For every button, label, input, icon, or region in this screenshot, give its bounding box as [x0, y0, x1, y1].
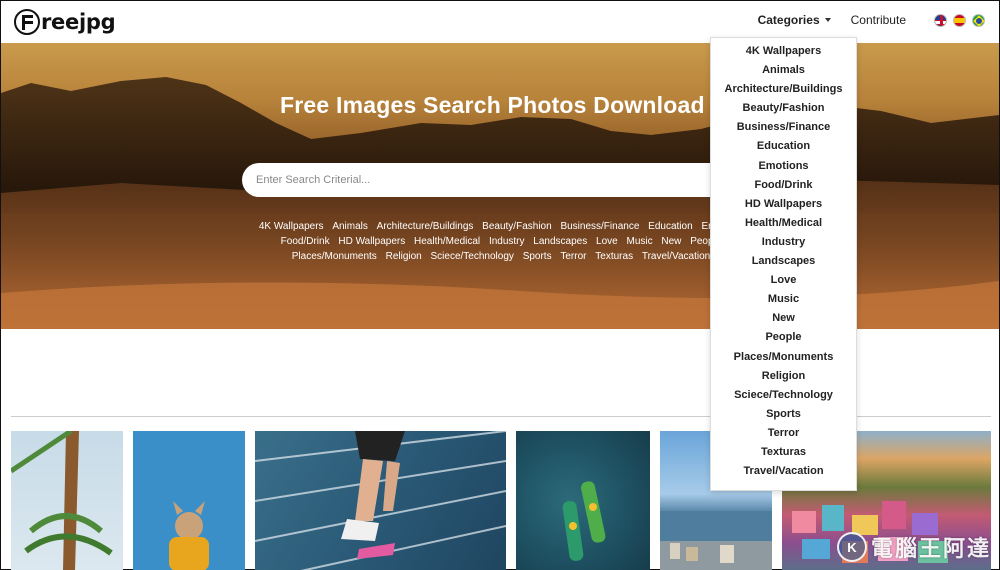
dropdown-item[interactable]: Animals — [711, 61, 856, 80]
dropdown-item[interactable]: New — [711, 309, 856, 328]
dropdown-item[interactable]: Places/Monuments — [711, 348, 856, 367]
dropdown-item[interactable]: Texturas — [711, 443, 856, 462]
dropdown-item[interactable]: Sports — [711, 405, 856, 424]
dog-photo[interactable] — [133, 431, 245, 570]
watermark-text: 電腦王阿達 — [871, 537, 992, 562]
hero-tag-link[interactable]: Texturas — [595, 249, 633, 264]
spain-flag-icon[interactable] — [953, 13, 966, 27]
nav-right: Categories Contribute — [758, 1, 985, 39]
hero-tag-link[interactable]: Religion — [386, 249, 422, 264]
dropdown-item[interactable]: Industry — [711, 233, 856, 252]
dropdown-item[interactable]: Travel/Vacation — [711, 462, 856, 481]
chevron-down-icon — [824, 18, 831, 22]
hero-tag-link[interactable]: Sports — [523, 249, 552, 264]
site-logo[interactable]: reejpg — [14, 7, 116, 37]
dropdown-item[interactable]: Health/Medical — [711, 214, 856, 233]
hero-tag-link[interactable]: Music — [626, 234, 652, 249]
dropdown-item[interactable]: Music — [711, 290, 856, 309]
hero-tag-link[interactable]: Education — [648, 219, 692, 234]
hero-tag-link[interactable]: Architecture/Buildings — [377, 219, 474, 234]
dropdown-item[interactable]: People — [711, 328, 856, 347]
palm-tree-image — [11, 431, 113, 570]
search-input[interactable] — [256, 163, 696, 197]
runner-on-track-image — [255, 431, 506, 570]
hero-tag-link[interactable]: Business/Finance — [560, 219, 639, 234]
hero-tag-link[interactable]: Beauty/Fashion — [482, 219, 552, 234]
categories-label: Categories — [757, 13, 820, 27]
search-box — [242, 163, 762, 197]
hero-tag-link[interactable]: Travel/Vacation — [642, 249, 710, 264]
uk-flag-icon[interactable] — [934, 13, 947, 27]
kayaks-photo[interactable] — [516, 431, 650, 570]
hero-tag-link[interactable]: 4K Wallpapers — [259, 219, 324, 234]
dropdown-item[interactable]: Beauty/Fashion — [711, 99, 856, 118]
dog-in-yellow-shirt-image — [169, 501, 209, 570]
brazil-flag-icon[interactable] — [972, 13, 985, 27]
kayaks-in-water-image — [562, 481, 606, 561]
dropdown-item[interactable]: Love — [711, 271, 856, 290]
hero-tag-links: 4K Wallpapers Animals Architecture/Build… — [241, 219, 761, 264]
dropdown-item[interactable]: Business/Finance — [711, 118, 856, 137]
dropdown-item[interactable]: Education — [711, 137, 856, 156]
hero-tag-link[interactable]: Industry — [489, 234, 525, 249]
dropdown-item[interactable]: Architecture/Buildings — [711, 80, 856, 99]
logo-f-icon — [14, 9, 40, 35]
hero-tag-link[interactable]: Places/Monuments — [292, 249, 377, 264]
dropdown-item[interactable]: 4K Wallpapers — [711, 42, 856, 61]
logo-text: reejpg — [41, 10, 116, 34]
hero-tag-link[interactable]: Terror — [560, 249, 586, 264]
hero-tag-link[interactable]: New — [661, 234, 681, 249]
dropdown-item[interactable]: Food/Drink — [711, 176, 856, 195]
hero-tag-link[interactable]: HD Wallpapers — [338, 234, 405, 249]
hero-tag-link[interactable]: Animals — [332, 219, 368, 234]
dropdown-item[interactable]: Landscapes — [711, 252, 856, 271]
categories-dropdown-menu: 4K Wallpapers Animals Architecture/Buildin… — [710, 37, 857, 491]
contribute-link[interactable]: Contribute — [851, 13, 906, 27]
hero-tag-link[interactable]: Landscapes — [533, 234, 587, 249]
hero-tag-link[interactable]: Sciece/Technology — [431, 249, 514, 264]
dropdown-item[interactable]: Sciece/Technology — [711, 386, 856, 405]
site-watermark: K 電腦王阿達 — [837, 527, 997, 567]
categories-menu-button[interactable]: Categories — [758, 13, 831, 27]
dropdown-item[interactable]: Religion — [711, 367, 856, 386]
hero-tag-link[interactable]: Health/Medical — [414, 234, 480, 249]
hero-tag-link[interactable]: Love — [596, 234, 618, 249]
hero-title: Free Images Search Photos Download — [280, 92, 705, 118]
dropdown-item[interactable]: Terror — [711, 424, 856, 443]
dropdown-item[interactable]: Emotions — [711, 157, 856, 176]
hero-tag-link[interactable]: Food/Drink — [281, 234, 330, 249]
runner-photo[interactable] — [255, 431, 506, 570]
dropdown-item[interactable]: HD Wallpapers — [711, 195, 856, 214]
palm-tree-photo[interactable] — [11, 431, 123, 570]
watermark-logo-icon: K — [837, 532, 867, 562]
